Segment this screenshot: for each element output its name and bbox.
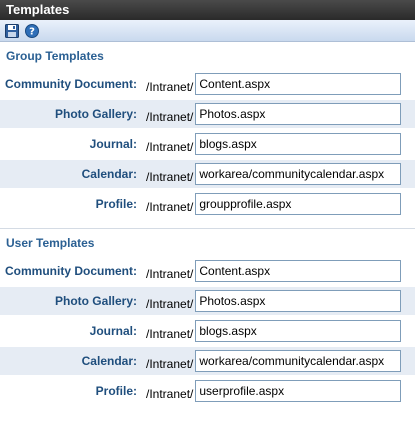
group-journal-input[interactable] xyxy=(195,133,402,155)
path-prefix: /Intranet/ xyxy=(145,287,195,315)
group-profile-input[interactable] xyxy=(195,193,402,215)
user-row-profile: Profile: /Intranet/ xyxy=(0,377,415,405)
path-prefix: /Intranet/ xyxy=(146,80,194,94)
user-community-document-input[interactable] xyxy=(195,260,402,282)
user-journal-input[interactable] xyxy=(195,320,402,342)
user-calendar-input[interactable] xyxy=(195,350,402,372)
group-row-profile: Profile: /Intranet/ xyxy=(0,190,415,218)
group-calendar-input[interactable] xyxy=(195,163,402,185)
save-icon[interactable] xyxy=(4,23,20,39)
user-photo-gallery-input[interactable] xyxy=(195,290,402,312)
user-templates-heading: User Templates xyxy=(6,236,95,250)
user-row-journal: Journal: /Intranet/ xyxy=(0,317,415,345)
group-photo-gallery-input[interactable] xyxy=(195,103,402,125)
help-icon[interactable]: ? xyxy=(24,23,40,39)
toolbar: ? xyxy=(0,20,415,42)
path-prefix: /Intranet/ xyxy=(146,267,194,281)
path-prefix: /Intranet/ xyxy=(146,387,194,401)
field-label: Community Document: xyxy=(5,77,137,91)
user-row-calendar: Calendar: /Intranet/ xyxy=(0,347,415,375)
path-prefix: /Intranet/ xyxy=(145,160,195,188)
group-templates-heading: Group Templates xyxy=(6,49,104,63)
path-prefix: /Intranet/ xyxy=(145,100,195,128)
group-row-journal: Journal: /Intranet/ xyxy=(0,130,415,158)
group-row-community-document: Community Document: /Intranet/ xyxy=(0,70,415,98)
group-community-document-input[interactable] xyxy=(195,73,402,95)
group-row-calendar: Calendar: /Intranet/ xyxy=(0,160,415,188)
user-row-photo-gallery: Photo Gallery: /Intranet/ xyxy=(0,287,415,315)
group-row-photo-gallery: Photo Gallery: /Intranet/ xyxy=(0,100,415,128)
field-label: Photo Gallery: xyxy=(0,100,145,128)
field-label: Journal: xyxy=(89,324,137,338)
field-label: Journal: xyxy=(89,137,137,151)
user-profile-input[interactable] xyxy=(195,380,402,402)
path-prefix: /Intranet/ xyxy=(145,347,195,375)
user-row-community-document: Community Document: /Intranet/ xyxy=(0,257,415,285)
path-prefix: /Intranet/ xyxy=(146,327,194,341)
svg-text:?: ? xyxy=(29,26,35,37)
path-prefix: /Intranet/ xyxy=(146,200,194,214)
field-label: Community Document: xyxy=(5,264,137,278)
path-prefix: /Intranet/ xyxy=(146,140,194,154)
window-title: Templates xyxy=(0,0,415,20)
field-label: Calendar: xyxy=(0,160,145,188)
field-label: Profile: xyxy=(95,197,137,211)
user-templates-form: Community Document: /Intranet/ Photo Gal… xyxy=(0,255,415,407)
field-label: Photo Gallery: xyxy=(0,287,145,315)
group-templates-form: Community Document: /Intranet/ Photo Gal… xyxy=(0,68,415,220)
field-label: Profile: xyxy=(95,384,137,398)
field-label: Calendar: xyxy=(0,347,145,375)
